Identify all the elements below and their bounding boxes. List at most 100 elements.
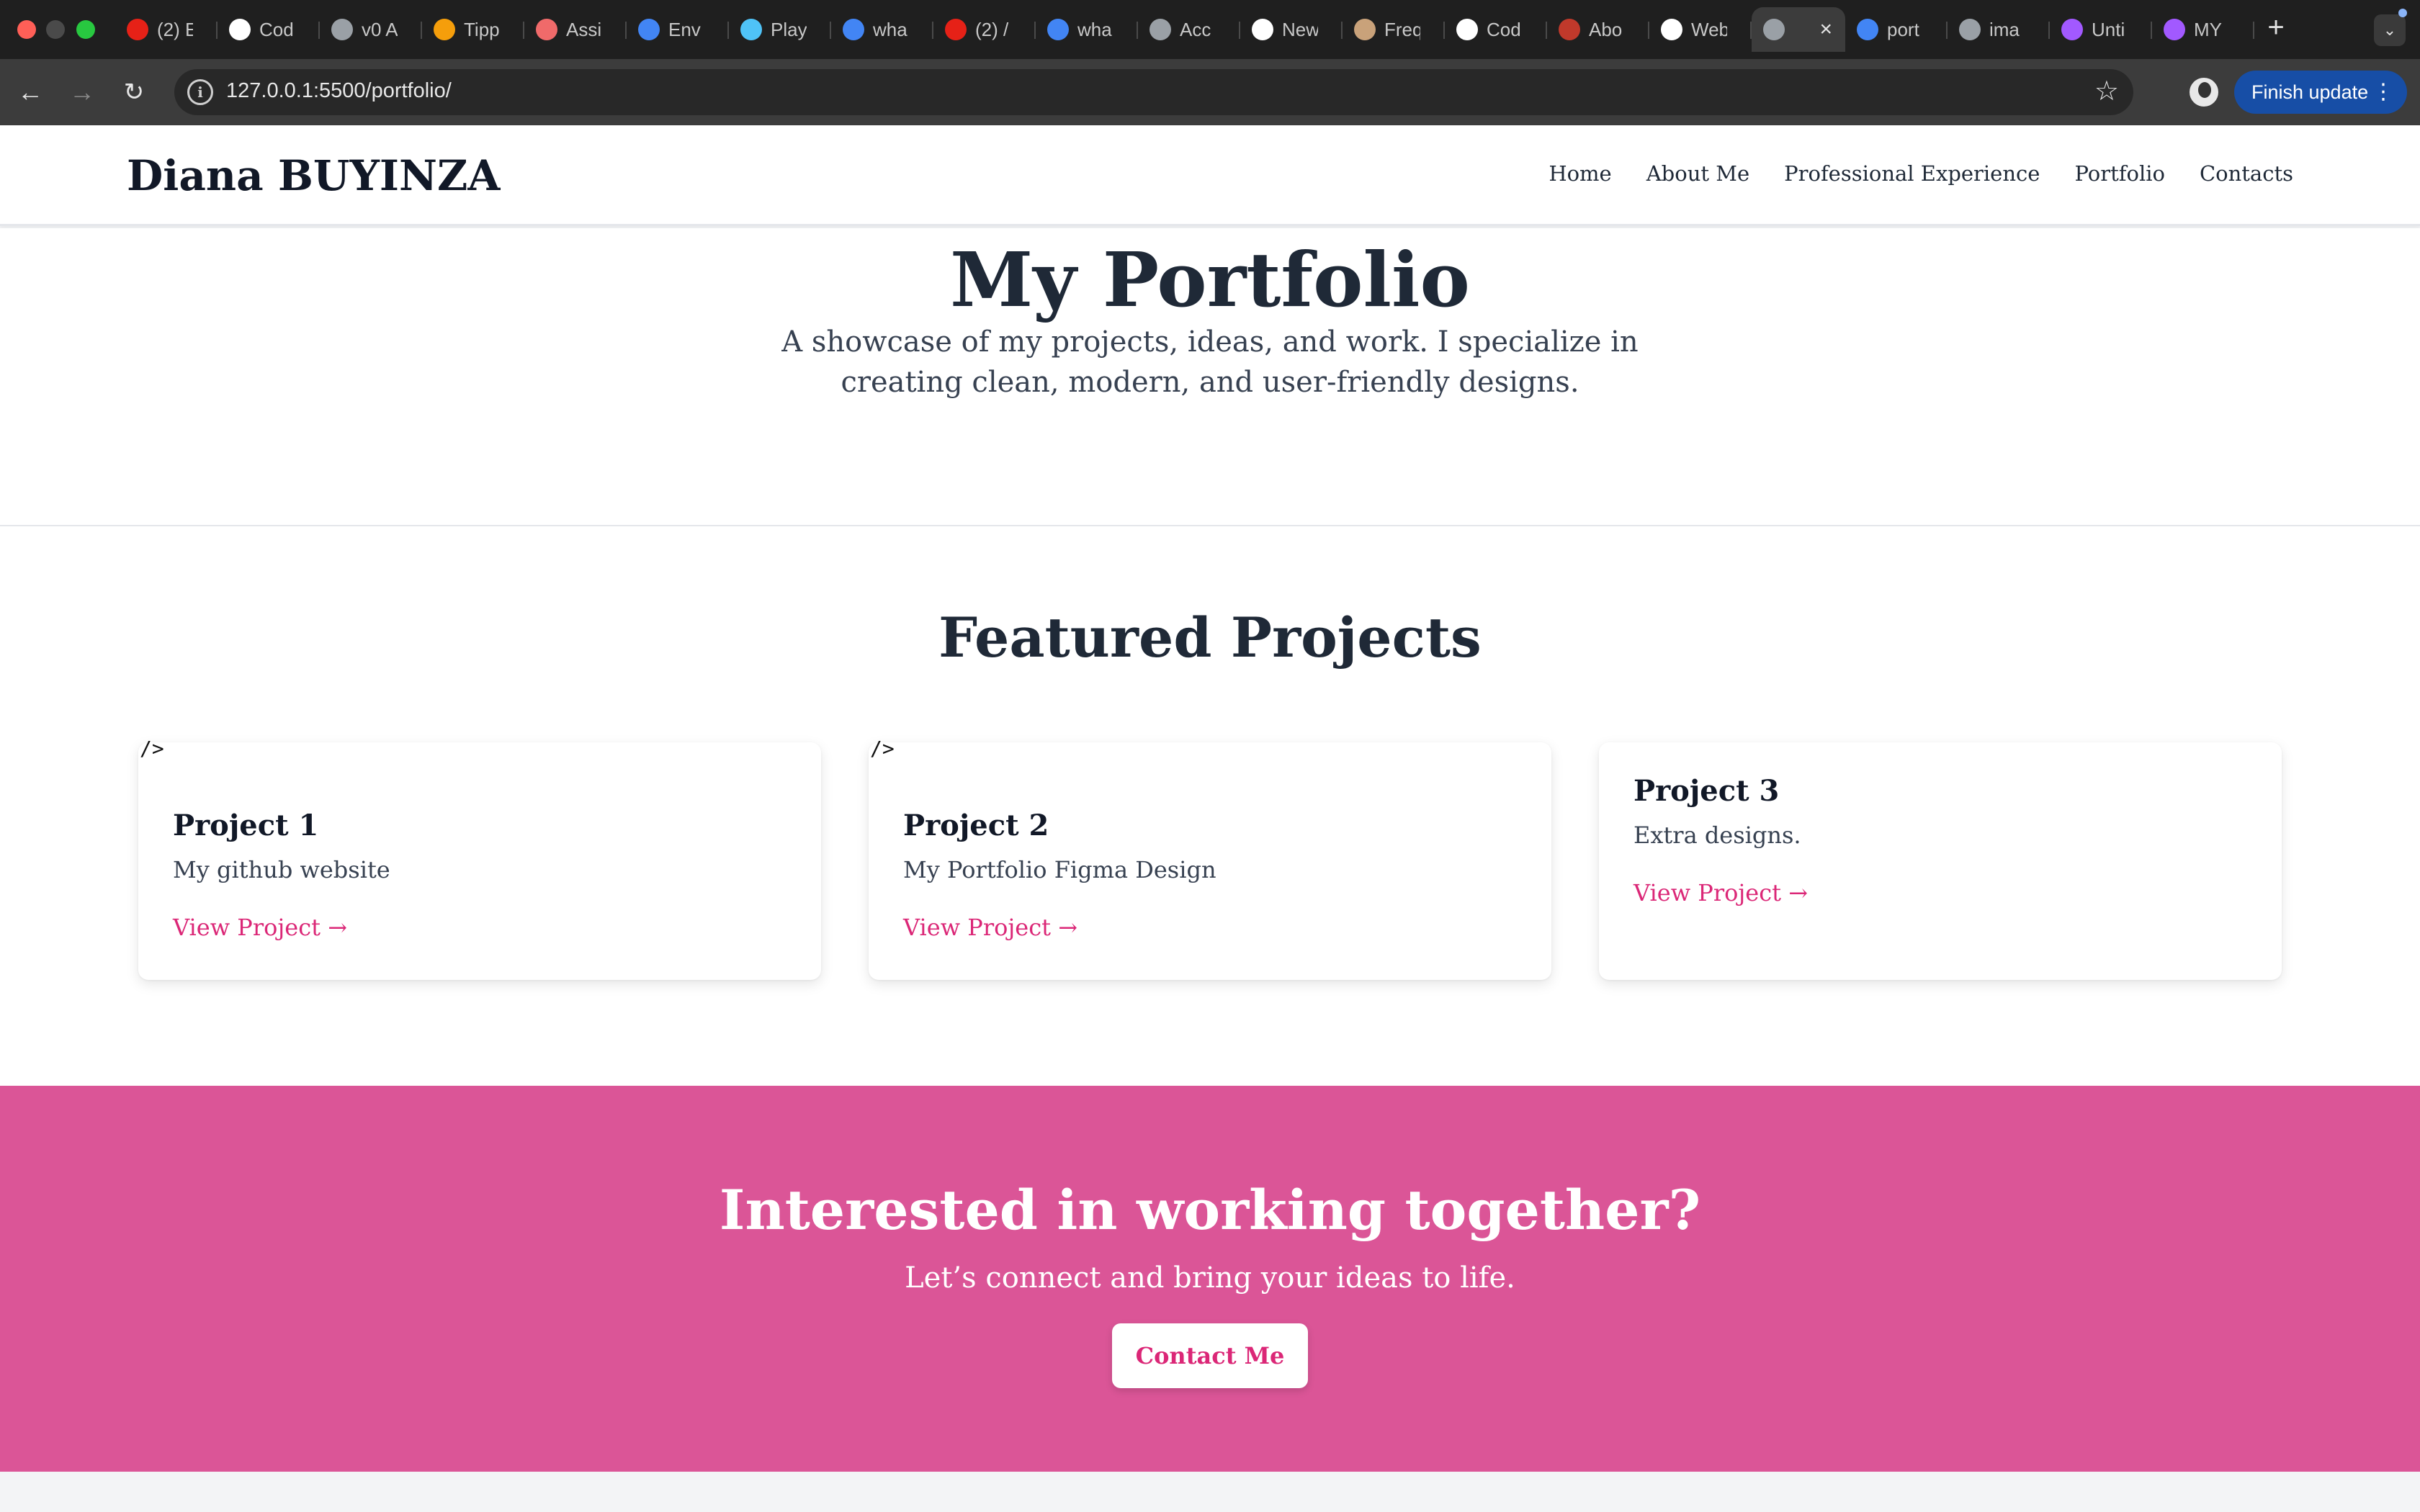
project-card-1: /> Project 1 My github website View Proj… — [138, 737, 821, 980]
nav-professional-experience[interactable]: Professional Experience — [1784, 161, 2040, 186]
youtube-icon — [127, 19, 148, 40]
cta-text: Let’s connect and bring your ideas to li… — [905, 1261, 1515, 1295]
featured-projects-heading: Featured Projects — [938, 606, 1482, 670]
more-vert-icon[interactable]: ⋮ — [2372, 71, 2394, 114]
tab-title: Acc — [1180, 18, 1211, 40]
reload-icon[interactable]: ↻ — [118, 76, 150, 108]
browser-toolbar: ← → ↻ i 127.0.0.1:5500/portfolio/ ☆ Fini… — [0, 59, 2420, 125]
page-title: My Portfolio — [950, 235, 1470, 324]
browser-tab[interactable]: Play — [729, 7, 831, 52]
nav-contacts[interactable]: Contacts — [2200, 161, 2293, 186]
view-project-link[interactable]: View Project → — [903, 914, 1077, 941]
finish-update-button[interactable]: Finish update ⋮ — [2234, 71, 2407, 114]
tab-title: port — [1887, 18, 1919, 40]
project-card-2: /> Project 2 My Portfolio Figma Design V… — [869, 737, 1551, 980]
window-maximize-button[interactable] — [76, 20, 95, 39]
figma-icon — [2061, 19, 2083, 40]
tab-title: Env — [668, 18, 701, 40]
back-arrow-icon[interactable]: ← — [14, 76, 46, 108]
project-description: Extra designs. — [1634, 822, 1801, 849]
tab-title: MY — [2194, 18, 2222, 40]
broken-image-alt: /> — [140, 737, 164, 760]
tab-title: Cod — [259, 18, 294, 40]
tab-title: ima — [1989, 18, 2020, 40]
site-nav: Home About Me Professional Experience Po… — [1549, 161, 2293, 186]
new-tab-button[interactable]: + — [2260, 12, 2292, 43]
view-project-link[interactable]: View Project → — [1634, 879, 1808, 906]
tab-title: Unti — [2092, 18, 2125, 40]
browser-tab[interactable]: Cod — [1445, 7, 1547, 52]
browser-tab[interactable]: Env — [627, 7, 729, 52]
address-bar[interactable]: i 127.0.0.1:5500/portfolio/ ☆ — [174, 69, 2133, 115]
t-icon — [1559, 19, 1580, 40]
project-title: Project 1 — [173, 809, 319, 842]
browser-tab[interactable]: Tipp — [422, 7, 524, 52]
google-icon — [843, 19, 864, 40]
notification-dot — [2398, 9, 2407, 17]
tab-title: wha — [1077, 18, 1112, 40]
cta-heading: Interested in working together? — [719, 1178, 1701, 1242]
tab-title: v0 A — [362, 18, 398, 40]
google-icon — [1047, 19, 1069, 40]
window-minimize-button[interactable] — [46, 20, 65, 39]
tab-title: Assi — [566, 18, 602, 40]
browser-tab[interactable]: (2) E — [115, 7, 218, 52]
address-url[interactable]: 127.0.0.1:5500/portfolio/ — [226, 79, 452, 103]
tab-title: Freq — [1384, 18, 1420, 40]
browser-tab[interactable]: ima — [1948, 7, 2050, 52]
bookmark-star-icon[interactable]: ☆ — [2094, 75, 2119, 107]
nav-home[interactable]: Home — [1549, 161, 1611, 186]
hero-subtitle: A showcase of my projects, ideas, and wo… — [781, 325, 1639, 399]
tab-title: (2) / — [975, 18, 1009, 40]
cta-section: Interested in working together? Let’s co… — [0, 1086, 2420, 1472]
profile-avatar[interactable] — [2187, 75, 2221, 109]
nav-portfolio[interactable]: Portfolio — [2074, 161, 2165, 186]
featured-projects-section: Featured Projects /> Project 1 My github… — [0, 526, 2420, 1086]
site-brand[interactable]: Diana BUYINZA — [127, 151, 500, 200]
tab-title: (2) E — [157, 18, 193, 40]
figma-icon — [2164, 19, 2185, 40]
free-icon — [1354, 19, 1376, 40]
globe-icon — [1959, 19, 1981, 40]
tab-title: Web — [1691, 18, 1727, 40]
browser-tab[interactable]: MY — [2152, 7, 2254, 52]
browser-tab[interactable]: wha — [1036, 7, 1138, 52]
browser-tab[interactable]: × — [1752, 7, 1845, 52]
tab-title: Tipp — [464, 18, 500, 40]
tab-title: wha — [873, 18, 908, 40]
browser-tab[interactable]: Unti — [2050, 7, 2152, 52]
tab-title: New — [1282, 18, 1318, 40]
browser-tab[interactable]: port — [1845, 7, 1948, 52]
tab-search-button[interactable]: ⌄ — [2374, 14, 2406, 46]
plane-icon — [1150, 19, 1171, 40]
tab-list: (2) E Cod v0 A Tipp Assi Env Play wha (2) / wha Ac… — [115, 7, 2254, 52]
browser-tab[interactable]: Assi — [524, 7, 627, 52]
browser-tab[interactable]: New — [1240, 7, 1343, 52]
browser-tab[interactable]: Abo — [1547, 7, 1649, 52]
nav-about-me[interactable]: About Me — [1646, 161, 1749, 186]
site-info-icon[interactable]: i — [187, 79, 213, 105]
site-header: Diana BUYINZA Home About Me Professional… — [0, 125, 2420, 226]
project-description: My github website — [173, 856, 390, 883]
close-tab-icon[interactable]: × — [1819, 17, 1832, 42]
github-icon — [1252, 19, 1273, 40]
window-close-button[interactable] — [17, 20, 36, 39]
project-title: Project 3 — [1634, 774, 1780, 808]
browser-tab[interactable]: (2) / — [933, 7, 1036, 52]
tab-title: Abo — [1589, 18, 1623, 40]
browser-tab[interactable]: Acc — [1138, 7, 1240, 52]
browser-tab[interactable]: wha — [831, 7, 933, 52]
browser-tab[interactable]: Cod — [218, 7, 320, 52]
google-icon — [1857, 19, 1878, 40]
view-project-link[interactable]: View Project → — [173, 914, 347, 941]
browser-tab[interactable]: Freq — [1343, 7, 1445, 52]
browser-tab[interactable]: v0 A — [320, 7, 422, 52]
forward-arrow-icon[interactable]: → — [66, 76, 98, 108]
contact-me-button[interactable]: Contact Me — [1112, 1323, 1308, 1388]
tab-title: Play — [771, 18, 807, 40]
tab-title: Cod — [1487, 18, 1521, 40]
page-viewport: Diana BUYINZA Home About Me Professional… — [0, 125, 2420, 1512]
browser-tab[interactable]: Web — [1649, 7, 1752, 52]
codepen-icon — [229, 19, 251, 40]
tipp-icon — [434, 19, 455, 40]
